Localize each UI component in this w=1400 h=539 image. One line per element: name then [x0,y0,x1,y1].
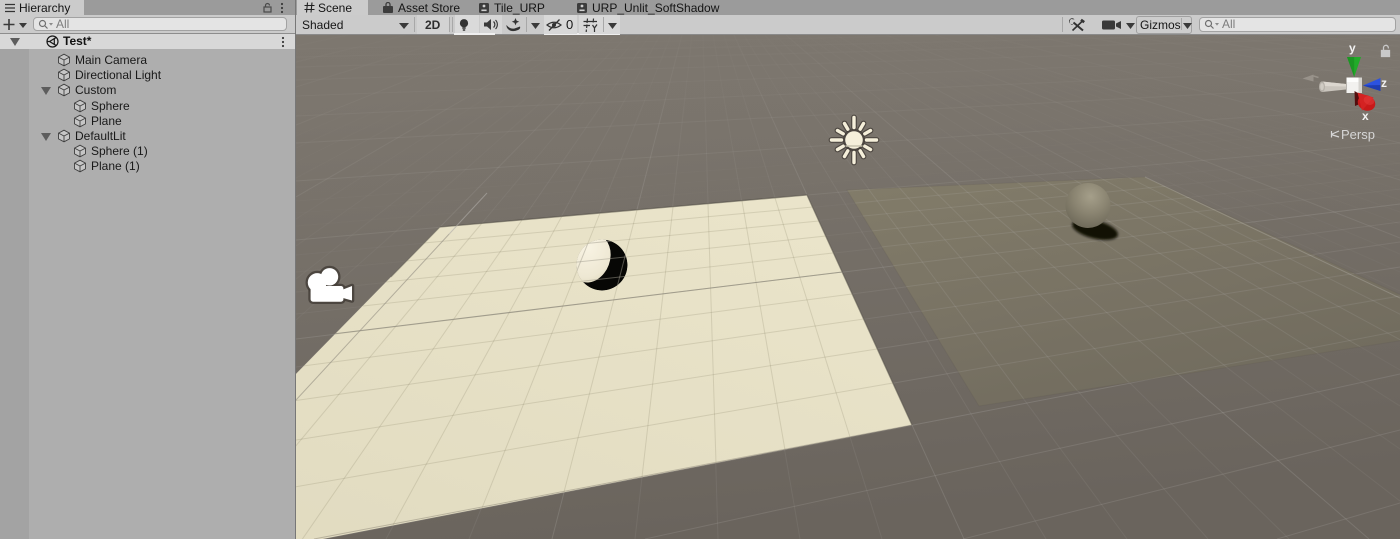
svg-text:y: y [1349,41,1356,55]
svg-text:z: z [1381,76,1387,90]
svg-text:Persp: Persp [1341,127,1375,142]
svg-text:x: x [1362,109,1369,123]
